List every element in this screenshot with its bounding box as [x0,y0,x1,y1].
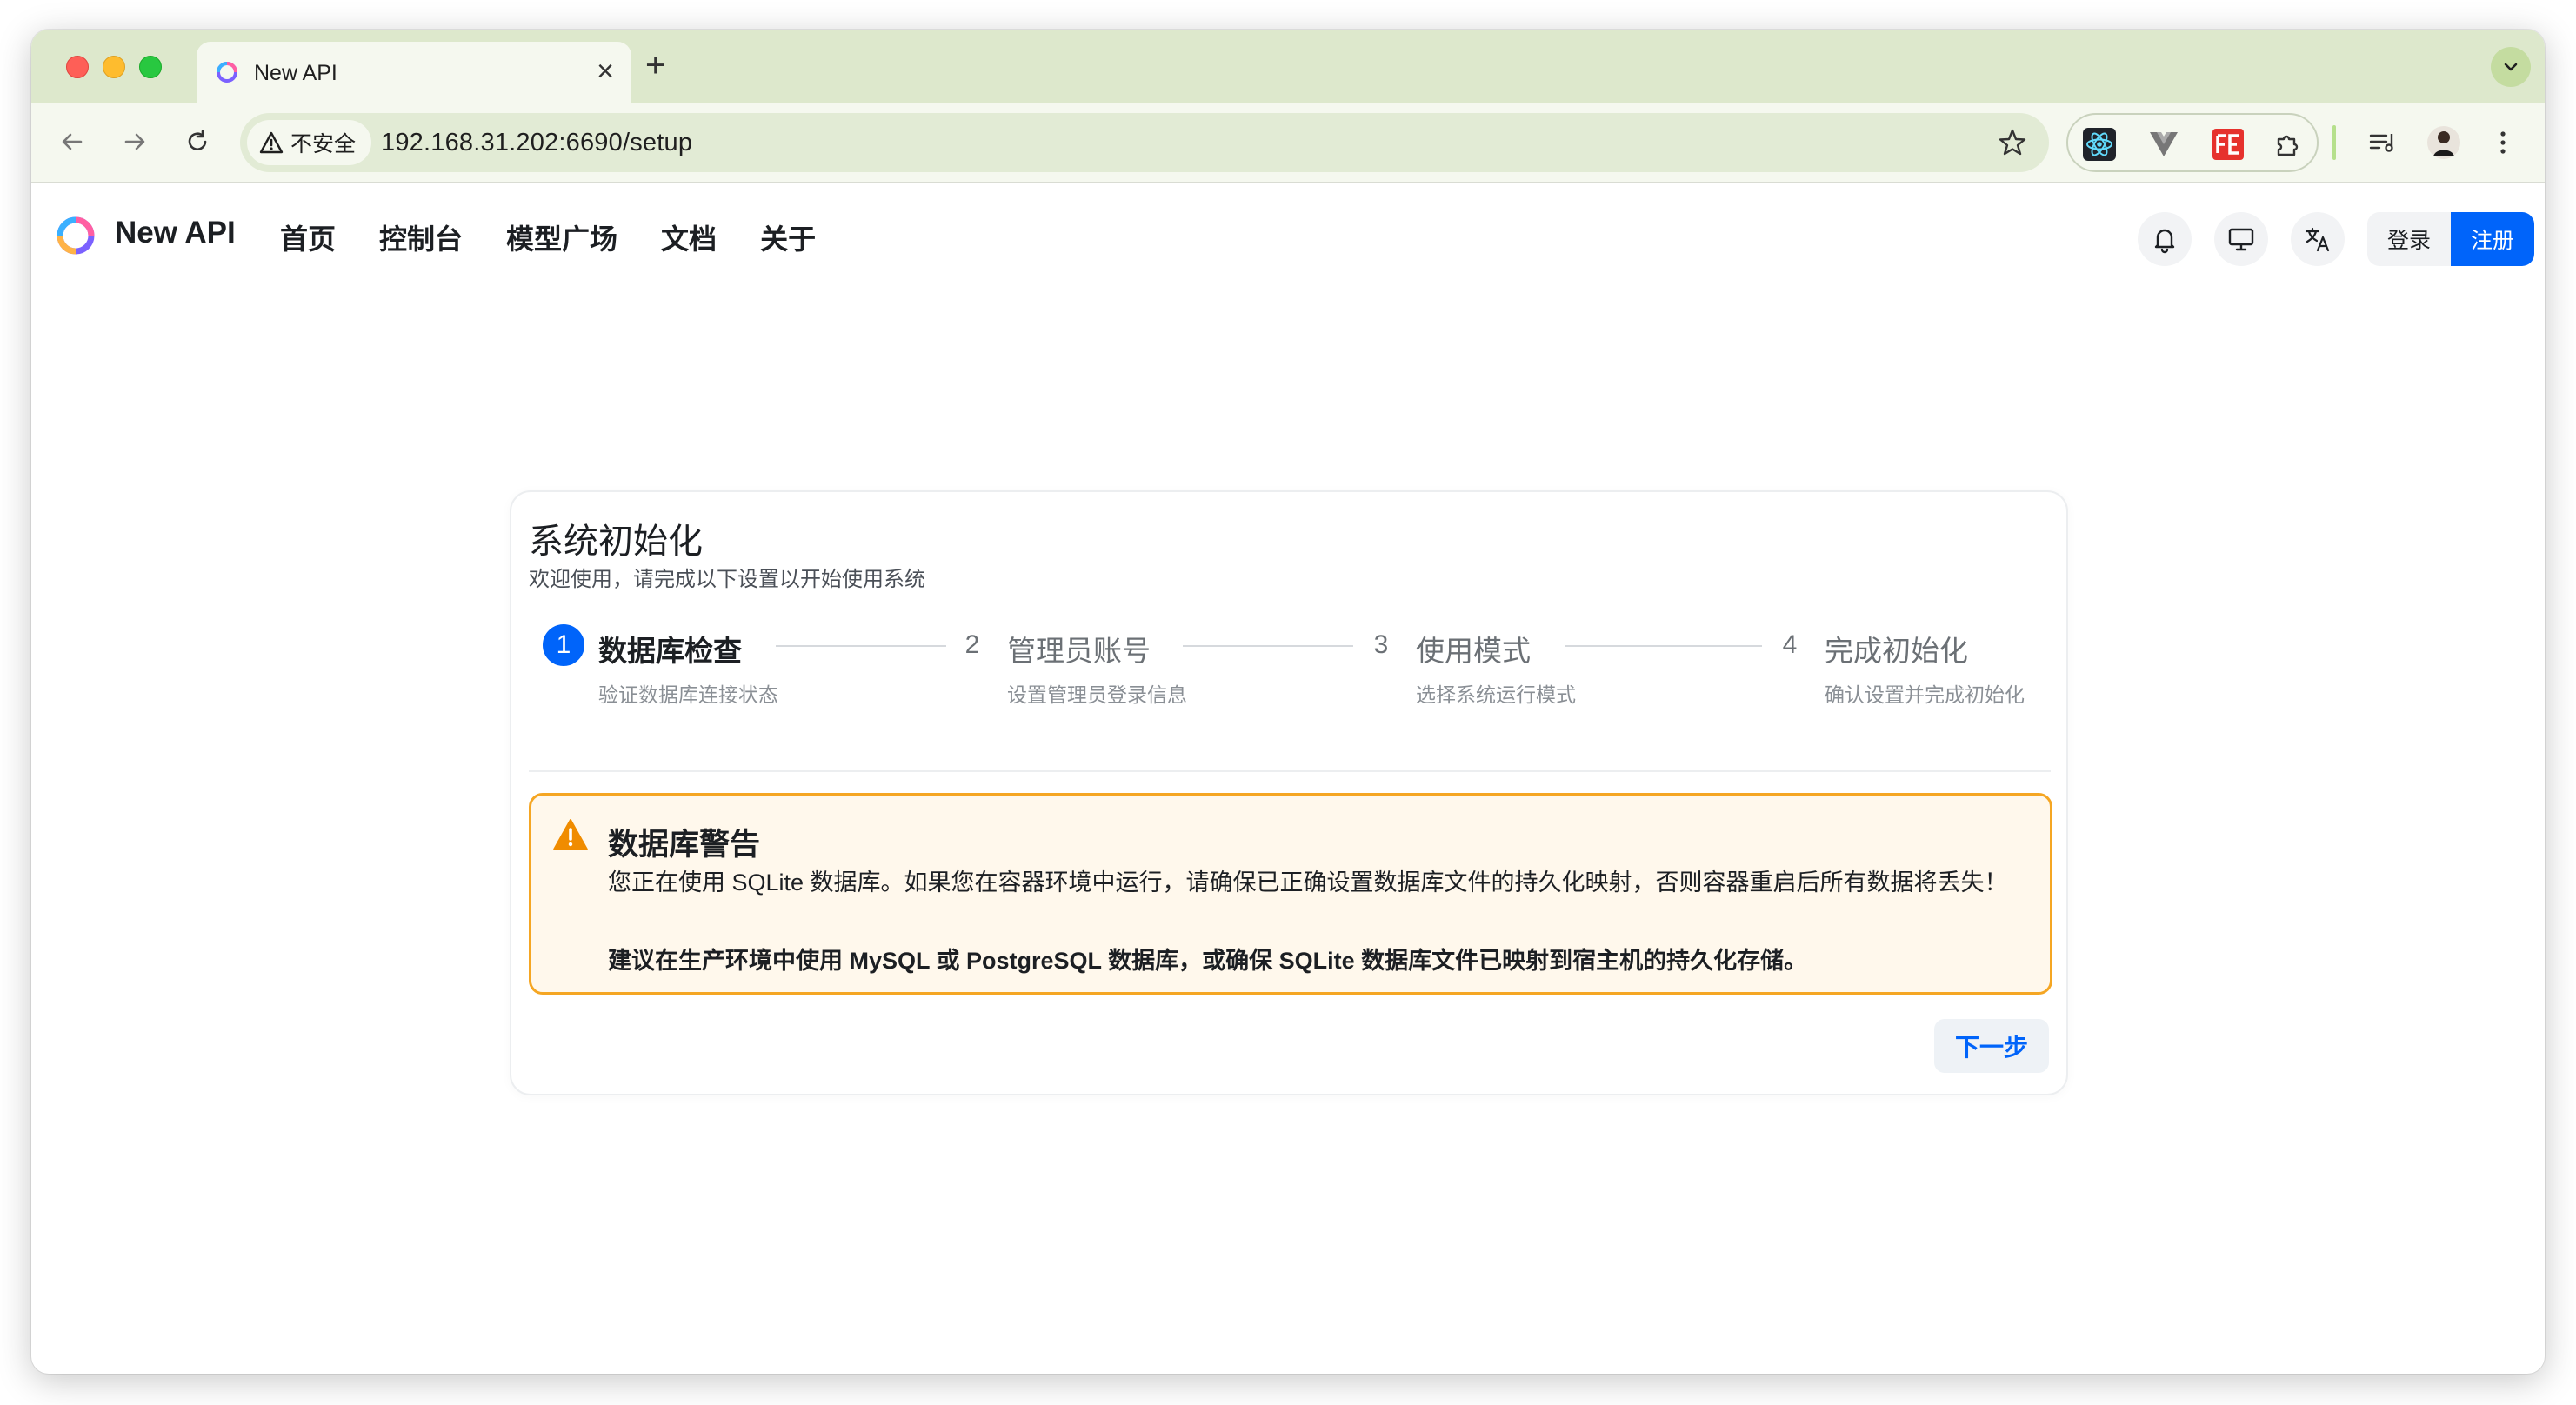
step-finish[interactable]: 4 完成初始化 确认设置并完成初始化 [1769,624,2152,711]
vue-devtools-extension[interactable] [2145,125,2183,163]
warning-triangle-icon [259,131,284,154]
browser-tab-active[interactable]: New API × [197,42,631,103]
step-number: 4 [1782,630,1798,659]
step-title: 管理员账号 [1007,635,1151,667]
main-nav: 首页 控制台 模型广场 文档 关于 [280,217,816,257]
step-description: 设置管理员登录信息 [1007,683,1187,706]
step-connector [776,645,946,647]
browser-toolbar: 不安全 192.168.31.202:6690/setup [31,103,2545,183]
database-warning-banner: 数据库警告 您正在使用 SQLite 数据库。如果您在容器环境中运行，请确保已正… [529,793,2052,995]
minimize-window-button[interactable] [103,56,125,78]
setup-subtitle: 欢迎使用，请完成以下设置以开始使用系统 [529,568,925,591]
setup-card: 系统初始化 欢迎使用，请完成以下设置以开始使用系统 1 数据库检查 验证数据库连… [510,490,2068,1095]
setup-title: 系统初始化 [529,523,703,561]
media-queue-icon [2369,134,2393,152]
step-admin-account[interactable]: 2 管理员账号 设置管理员登录信息 [951,624,1334,711]
tab-title: New API [254,61,337,85]
step-title: 使用模式 [1416,635,1531,667]
register-button[interactable]: 注册 [2451,212,2534,266]
language-button[interactable] [2291,212,2345,266]
react-devtools-extension[interactable] [2080,125,2119,163]
step-title: 完成初始化 [1825,635,1968,667]
back-button[interactable] [50,120,94,163]
warning-message: 您正在使用 SQLite 数据库。如果您在容器环境中运行，请确保已正确设置数据库… [608,869,2008,896]
new-api-logo-icon[interactable] [54,214,97,257]
bookmark-star-icon[interactable] [1995,125,2030,160]
reading-list-button[interactable] [2364,123,2402,162]
nav-console[interactable]: 控制台 [379,217,463,257]
chevron-down-icon [2504,63,2518,71]
translate-icon [2305,227,2330,252]
setup-steps: 1 数据库检查 验证数据库连接状态 2 管理员账号 设置管理员登录信息 3 使用… [543,624,2056,720]
notification-button[interactable] [2138,212,2192,266]
step-database-check[interactable]: 1 数据库检查 验证数据库连接状态 [543,624,925,711]
extensions-menu-button[interactable] [2270,125,2308,163]
vue-icon [2150,132,2178,156]
tab-search-button[interactable] [2491,47,2531,87]
puzzle-icon [2277,135,2299,156]
reload-icon [188,130,207,150]
browser-menu-button[interactable] [2484,123,2522,162]
app-header: New API 首页 控制台 模型广场 文档 关于 登录 注册 [31,183,2545,289]
url-text[interactable]: 192.168.31.202:6690/setup [381,129,692,157]
browser-window: New API × + 不安全 192.168.31.202:6690/setu… [31,30,2545,1374]
tab-strip: New API × + [31,30,2545,103]
step-number: 2 [964,630,980,659]
address-bar[interactable]: 不安全 192.168.31.202:6690/setup [240,113,2049,172]
arrow-right-icon [124,133,145,150]
new-api-favicon-icon [217,62,237,83]
nav-model-market[interactable]: 模型广场 [506,217,617,257]
profile-avatar[interactable] [2425,123,2463,162]
steps-divider [529,770,2051,772]
brand-name[interactable]: New API [115,216,236,250]
nav-docs[interactable]: 文档 [661,217,717,257]
step-description: 确认设置并完成初始化 [1825,683,2025,706]
warning-icon [553,819,588,850]
maximize-window-button[interactable] [139,56,162,78]
bell-icon [2154,229,2175,254]
tab-close-icon[interactable]: × [597,54,614,89]
step-title: 数据库检查 [598,635,742,667]
warning-recommendation: 建议在生产环境中使用 MySQL 或 PostgreSQL 数据库，或确保 SQ… [608,948,1808,974]
step-number: 1 [543,624,584,666]
warning-title: 数据库警告 [608,828,761,862]
forward-button[interactable] [113,120,157,163]
step-description: 验证数据库连接状态 [598,683,778,706]
nav-about[interactable]: 关于 [760,217,816,257]
more-vertical-icon [2500,131,2506,154]
step-usage-mode[interactable]: 3 使用模式 选择系统运行模式 [1360,624,1743,711]
step-number: 3 [1373,630,1389,659]
fehelper-extension[interactable] [2209,125,2247,163]
security-label: 不安全 [290,132,357,156]
toolbar-separator [2332,125,2336,160]
fe-helper-icon [2212,129,2244,160]
monitor-icon [2228,228,2254,251]
react-icon [2083,128,2116,161]
theme-toggle-button[interactable] [2214,212,2268,266]
reload-button[interactable] [176,120,219,163]
next-step-button[interactable]: 下一步 [1934,1019,2049,1073]
site-security-chip[interactable]: 不安全 [247,120,372,165]
extensions-group [2066,113,2319,172]
close-window-button[interactable] [66,56,89,78]
step-description: 选择系统运行模式 [1416,683,1576,706]
avatar-icon [2427,126,2460,159]
new-tab-button[interactable]: + [645,45,665,85]
arrow-left-icon [62,133,83,150]
step-connector [1565,645,1762,647]
login-button[interactable]: 登录 [2367,212,2451,266]
nav-home[interactable]: 首页 [280,217,336,257]
step-connector [1183,645,1353,647]
